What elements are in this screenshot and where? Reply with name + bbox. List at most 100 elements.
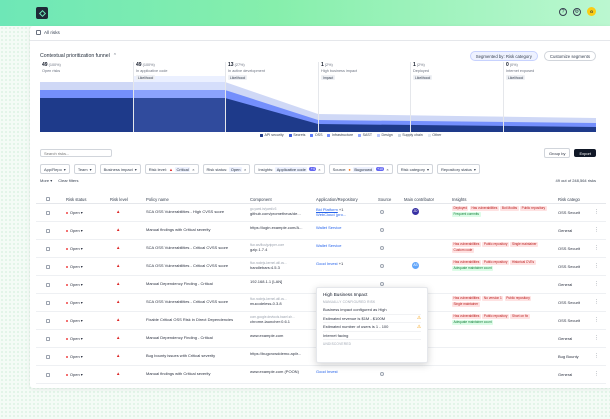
- table-row[interactable]: Open ▾ ▲ Manual findings with Critical sev…: [36, 222, 606, 240]
- row-checkbox[interactable]: [46, 211, 50, 215]
- component-cell[interactable]: go.yaml.in/yaml/v3 github.com/prometheus/…: [250, 207, 314, 216]
- header-risk-category[interactable]: Risk catego: [558, 197, 580, 202]
- source-icon[interactable]: [380, 282, 384, 286]
- row-checkbox[interactable]: [46, 265, 50, 269]
- filter-risk-level[interactable]: Risk level: ▲ Critical ×: [144, 164, 199, 175]
- help-icon[interactable]: ?: [559, 7, 567, 16]
- legend-item[interactable]: Design: [377, 133, 393, 137]
- more-actions-icon[interactable]: ⋮: [594, 227, 599, 233]
- policy-name-cell[interactable]: Manual findings with Critical severity: [146, 228, 244, 233]
- component-cell[interactable]: com.google.devtools.bazel.sh... chrome-la…: [250, 315, 314, 324]
- group-by-select[interactable]: Group by: [543, 148, 571, 158]
- settings-icon[interactable]: ⚙: [573, 7, 581, 16]
- table-row[interactable]: Open ▾ ▲ SCA OSS Vulnerabilities - High CV…: [36, 204, 606, 222]
- header-risk-level[interactable]: Risk level: [110, 197, 128, 202]
- filter-team[interactable]: Team ▾: [73, 164, 96, 175]
- component-cell[interactable]: flux.ws/flux/gzipper-core gzip.1.7.4: [250, 243, 314, 252]
- funnel-stage-business-impact[interactable]: 1(2%) High business impact Impact: [321, 62, 409, 132]
- breadcrumb-label[interactable]: All risks: [44, 30, 60, 35]
- policy-name-cell[interactable]: Manual Dependency Finding - Critical: [146, 282, 244, 287]
- risk-status-cell[interactable]: Open ▾: [66, 228, 83, 233]
- funnel-stage-active-dev[interactable]: 13(27%) In active development Likelihood: [228, 62, 316, 132]
- row-checkbox[interactable]: [46, 319, 50, 323]
- header-app-repo[interactable]: Application/Repository: [316, 197, 358, 202]
- header-insights[interactable]: Insights: [452, 197, 466, 202]
- app-link[interactable]: Wallet Service: [316, 225, 341, 230]
- more-actions-icon[interactable]: ⋮: [594, 335, 599, 341]
- more-actions-icon[interactable]: ⋮: [594, 209, 599, 215]
- chevron-up-icon[interactable]: ⌃: [113, 53, 117, 59]
- policy-name-cell[interactable]: SCA OSS Vulnerabilities - Critical CVSS …: [146, 300, 244, 305]
- filter-risk-category[interactable]: Risk category ▾: [396, 164, 433, 175]
- table-row[interactable]: Open ▾ ▲ SCA OSS Vulnerabilities - Critica…: [36, 240, 606, 258]
- legend-item[interactable]: Supply chain: [397, 133, 423, 137]
- funnel-title[interactable]: Contextual prioritization funnel ⌃: [40, 53, 117, 59]
- repo-link[interactable]: WebCloud (pro...: [316, 212, 346, 217]
- more-actions-icon[interactable]: ⋮: [594, 299, 599, 305]
- export-button[interactable]: Export: [574, 148, 596, 158]
- source-icon[interactable]: [380, 264, 384, 268]
- component-cell[interactable]: www.example.com (POON): [250, 369, 314, 374]
- filter-repo-status[interactable]: Repository status ▾: [436, 164, 480, 175]
- policy-name-cell[interactable]: SCA OSS Vulnerabilities - High CVSS scor…: [146, 210, 244, 215]
- more-actions-icon[interactable]: ⋮: [594, 317, 599, 323]
- funnel-stage-applicative[interactable]: 49(100%) In applicative code Likelihood: [136, 62, 224, 132]
- policy-name-cell[interactable]: SCA OSS Vulnerabilities - Critical CVSS …: [146, 246, 244, 251]
- row-checkbox[interactable]: [46, 301, 50, 305]
- source-icon[interactable]: [380, 210, 384, 214]
- row-checkbox[interactable]: [46, 247, 50, 251]
- user-avatar[interactable]: G: [587, 7, 596, 16]
- table-row[interactable]: Open ▾ ▲ SCA OSS Vulnerabilities - Critica…: [36, 258, 606, 276]
- more-actions-icon[interactable]: ⋮: [594, 281, 599, 287]
- app-extra-count[interactable]: +1: [339, 261, 344, 266]
- policy-name-cell[interactable]: SCA OSS Vulnerabilities - Critical CVSS …: [146, 264, 244, 269]
- table-row[interactable]: Open ▾ ▲ Manual findings with Critical sev…: [36, 366, 606, 384]
- component-cell[interactable]: www.example.com: [250, 333, 314, 338]
- risk-status-cell[interactable]: Open ▾: [66, 354, 83, 359]
- funnel-stage-deployed[interactable]: 1(2%) Deployed Likelihood: [413, 62, 501, 132]
- contributor-avatar[interactable]: AS: [412, 262, 419, 269]
- contributor-avatar[interactable]: JD: [412, 208, 419, 215]
- row-checkbox[interactable]: [46, 355, 50, 359]
- customize-segments-button[interactable]: Customize segments: [543, 51, 596, 61]
- header-source[interactable]: Source: [378, 197, 391, 202]
- risk-status-cell[interactable]: Open ▾: [66, 336, 83, 341]
- policy-name-cell[interactable]: Fixable Critical OSS Risk in Direct Depe…: [146, 318, 244, 323]
- component-cell[interactable]: https://login.example.com/A...: [250, 225, 314, 230]
- header-main-contributor[interactable]: Main contributor: [404, 197, 434, 202]
- row-checkbox[interactable]: [46, 229, 50, 233]
- close-icon[interactable]: ×: [244, 167, 246, 172]
- search-input[interactable]: [40, 149, 112, 157]
- component-cell[interactable]: https://bugcrowddemo.apiir...: [250, 351, 314, 356]
- close-icon[interactable]: ×: [318, 167, 320, 172]
- header-component[interactable]: Component: [250, 197, 272, 202]
- header-policy-name[interactable]: Policy name: [146, 197, 169, 202]
- select-all-checkbox[interactable]: [46, 197, 50, 201]
- filter-app-repo[interactable]: App/Repo ▾: [40, 164, 70, 175]
- legend-item[interactable]: OSS: [310, 133, 322, 137]
- row-checkbox[interactable]: [46, 373, 50, 377]
- more-filters-button[interactable]: More ▾: [40, 178, 52, 183]
- more-actions-icon[interactable]: ⋮: [594, 263, 599, 269]
- funnel-stage-open[interactable]: 49(100%) Open risks: [42, 62, 130, 132]
- segment-select[interactable]: Segmented by: Risk category: [469, 51, 538, 61]
- component-cell[interactable]: 192.168.1.1 [LAN]: [250, 279, 314, 284]
- policy-name-cell[interactable]: Manual findings with Critical severity: [146, 372, 244, 377]
- risk-status-cell[interactable]: Open ▾: [66, 264, 83, 269]
- funnel-stage-internet-exposed[interactable]: 0(0%) Internet exposed Likelihood: [506, 62, 594, 132]
- row-checkbox[interactable]: [46, 283, 50, 287]
- risk-status-cell[interactable]: Open ▾: [66, 372, 83, 377]
- close-icon[interactable]: ×: [192, 167, 194, 172]
- source-icon[interactable]: [380, 228, 384, 232]
- header-risk-status[interactable]: Risk status: [66, 197, 86, 202]
- app-link[interactable]: Good Invest: [316, 369, 338, 374]
- source-icon[interactable]: [380, 246, 384, 250]
- more-actions-icon[interactable]: ⋮: [594, 245, 599, 251]
- policy-name-cell[interactable]: Manual Dependency Finding - Critical: [146, 336, 244, 341]
- legend-item[interactable]: Secrets: [288, 133, 305, 137]
- row-checkbox[interactable]: [46, 337, 50, 341]
- more-actions-icon[interactable]: ⋮: [594, 353, 599, 359]
- risk-status-cell[interactable]: Open ▾: [66, 282, 83, 287]
- legend-item[interactable]: Infrastructure: [327, 133, 353, 137]
- source-icon[interactable]: [380, 372, 384, 376]
